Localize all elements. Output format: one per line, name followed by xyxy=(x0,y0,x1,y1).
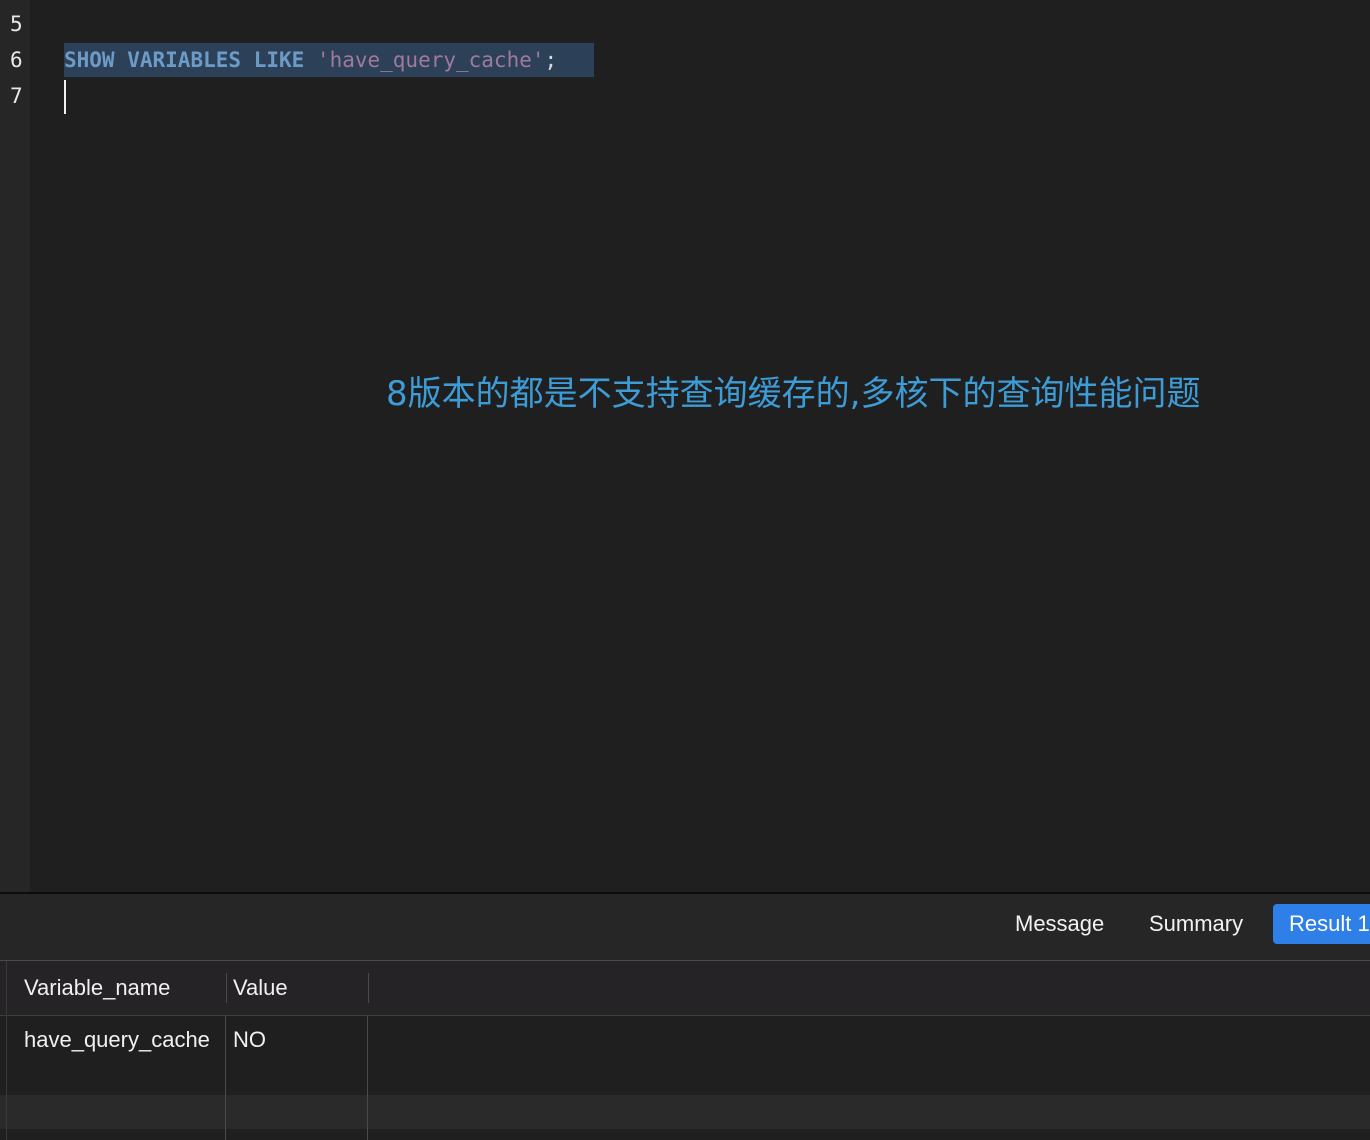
grid-header-row: Variable_name Value xyxy=(0,961,1370,1016)
code-line-sql-statement[interactable]: SHOW VARIABLES LIKE 'have_query_cache'; xyxy=(64,42,557,78)
sql-string-literal: 'have_query_cache' xyxy=(316,48,545,72)
sql-terminator: ; xyxy=(544,48,558,72)
sql-keyword: SHOW xyxy=(64,48,115,72)
column-resize-handle[interactable] xyxy=(226,973,227,1003)
empty-row-stripe xyxy=(0,1095,1370,1129)
line-number: 5 xyxy=(10,12,23,36)
line-number: 6 xyxy=(10,48,23,72)
table-row[interactable]: have_query_cache NO xyxy=(0,1016,1370,1064)
sql-client-window: 5 6 7 SHOW VARIABLES LIKE 'have_query_ca… xyxy=(0,0,1370,1140)
line-number-gutter: 5 6 7 xyxy=(0,0,30,892)
column-header-value[interactable]: Value xyxy=(233,961,288,1015)
grid-left-border xyxy=(6,961,7,1140)
cell-variable-name[interactable]: have_query_cache xyxy=(24,1016,210,1064)
cell-value[interactable]: NO xyxy=(233,1016,266,1064)
column-resize-handle[interactable] xyxy=(368,973,369,1003)
column-grid-line xyxy=(367,1016,368,1140)
tab-message[interactable]: Message xyxy=(999,904,1120,944)
result-grid: Variable_name Value have_query_cache NO xyxy=(0,961,1370,1140)
tab-summary[interactable]: Summary xyxy=(1133,904,1259,944)
line-number: 7 xyxy=(10,84,23,108)
sql-editor[interactable]: 5 6 7 SHOW VARIABLES LIKE 'have_query_ca… xyxy=(0,0,1370,892)
results-panel: Message Summary Result 1 Variable_name V… xyxy=(0,894,1370,1140)
text-cursor xyxy=(64,80,66,114)
sql-keyword: LIKE xyxy=(253,48,305,72)
annotation-note: 8版本的都是不支持查询缓存的,多核下的查询性能问题 xyxy=(386,374,1201,414)
results-tab-bar: Message Summary Result 1 xyxy=(0,894,1370,960)
sql-keyword: VARIABLES xyxy=(127,48,242,72)
column-grid-line xyxy=(225,1016,226,1140)
column-header-variable-name[interactable]: Variable_name xyxy=(24,961,170,1015)
tab-result-1[interactable]: Result 1 xyxy=(1273,904,1370,944)
